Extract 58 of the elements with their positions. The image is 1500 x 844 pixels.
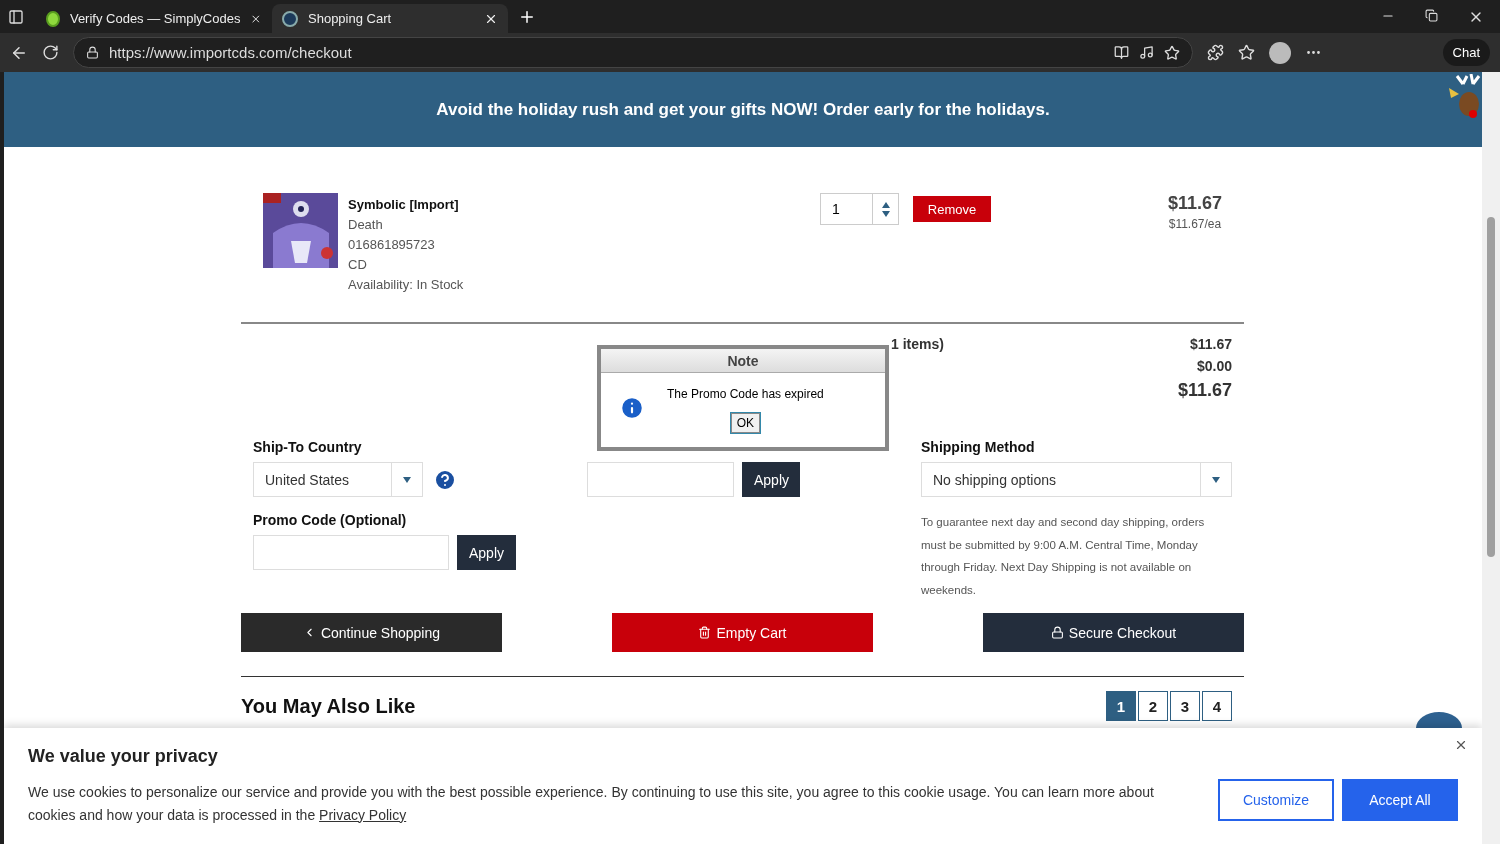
browser-tab[interactable]: Verify Codes — SimplyCodes [36,4,272,33]
quantity-field[interactable]: 1 [820,193,899,225]
format-text: CD [348,257,368,272]
dialog-message: The Promo Code has expired [667,387,824,401]
restore-icon[interactable] [1425,8,1438,22]
address-bar[interactable]: https://www.importcds.com/checkout [73,37,1193,68]
customize-button[interactable]: Customize [1218,779,1334,821]
shipping-method-select[interactable]: No shipping options [921,462,1232,497]
shipping-note: To guarantee next day and second day shipping, orders must be submitted by 9:00 A.M. Central Time, Monday through Friday. Next Day Shipping is not available on weekends. [921,515,1206,598]
apply-button[interactable]: Apply [457,535,517,570]
lock-icon [1050,626,1064,639]
dialog-title: Note [601,349,885,373]
total-value: $11.67 [1177,380,1232,401]
summary-label: 1 items) [891,336,944,354]
remove-button[interactable]: Remove [913,196,991,222]
puzzle-icon[interactable] [1207,44,1224,61]
action-button[interactable]: Continue Shopping [241,613,502,652]
artist-text: Death [348,217,384,232]
upc-text: 016861895723 [348,237,436,252]
cookie-title: We value your privacy [28,745,219,767]
promo-code-field[interactable] [253,535,449,570]
action-button[interactable]: Secure Checkout [983,613,1244,652]
summary-value: $11.67 [1189,336,1232,352]
page-button[interactable]: 3 [1170,691,1200,721]
accept-button[interactable]: Accept All [1342,779,1458,821]
reload-icon[interactable] [42,44,59,61]
lock-icon [86,46,99,59]
page-button[interactable]: 2 [1138,691,1168,721]
info-icon [619,395,645,421]
browser-tab[interactable]: Shopping Cart [272,4,508,33]
availability-text: Availability: In Stock [348,277,465,292]
chat-button[interactable]: Chat [1442,39,1490,66]
field-label: Promo Code (Optional) [253,512,408,528]
close-icon[interactable] [1454,738,1468,752]
apply-button[interactable]: Apply [742,462,800,497]
page-button[interactable]: 4 [1202,691,1232,721]
unit-price: $11.67/ea [1168,217,1222,231]
action-button[interactable]: Empty Cart [612,613,873,652]
field-label: Ship-To Country [253,439,363,455]
privacy-link[interactable]: Privacy Policy [319,806,407,823]
trash-icon [698,626,712,639]
line-price: $11.67 [1167,193,1222,214]
product-title: Symbolic [Import] [348,197,460,212]
country-select[interactable]: United States [253,462,423,497]
star-icon[interactable] [1164,44,1180,61]
page-button[interactable]: 1 [1106,691,1136,721]
cookie-text: We use cookies to personalize our service and provide you with the best possible experience. By continuing to use this site, you agree to this cookie usage. You can learn more about cookies and how your data is processed in the Privacy Policy [28,782,1155,825]
ok-button[interactable]: OK [730,413,761,433]
section-heading: You May Also Like [241,694,416,718]
banner-text: Avoid the holiday rush and get your gifts NOW! Order early for the holidays. [436,99,1050,120]
avatar-icon[interactable] [1269,41,1291,64]
favorites-icon[interactable] [1238,44,1255,61]
summary-value: $0.00 [1196,358,1232,374]
field-label: Shipping Method [921,439,1036,455]
scrollbar-thumb[interactable] [1487,217,1495,557]
sidebar-icon[interactable] [8,8,24,25]
chat-bubble[interactable] [1416,712,1462,728]
zip-code-field[interactable] [587,462,734,497]
